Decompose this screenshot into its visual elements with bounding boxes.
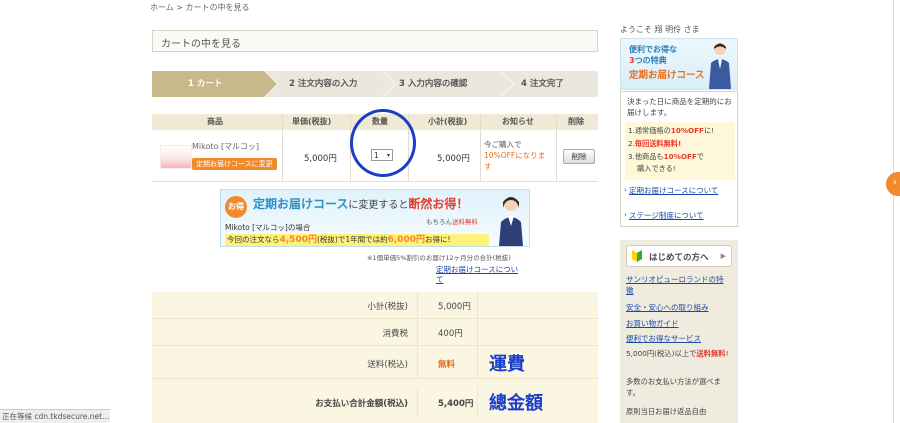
promo-sub-b: 送料無料	[452, 218, 478, 226]
step-complete: 4 注文完了	[513, 71, 598, 97]
woman-figure-icon	[499, 197, 523, 246]
col-delete: 削除	[568, 117, 584, 126]
promo-product: Mikoto [マルコッ]の場合	[225, 223, 311, 232]
total-row-tax: 消費税 400円	[152, 319, 598, 346]
col-product: 商品	[207, 117, 223, 126]
bullet-icon: ›	[624, 211, 627, 219]
banner-line: 便利でお得な	[629, 45, 677, 54]
total-label: 消費税	[382, 329, 408, 339]
step-confirm: 3 入力内容の確認	[395, 71, 514, 97]
promo-headline: 定期お届けコースに変更すると断然お得！	[253, 195, 468, 212]
benefit-item: 1.通常価格の10%OFFに!	[628, 126, 715, 135]
beginner-title: はじめての方へ	[649, 253, 709, 263]
benefit-item: 2.毎回送料無料!	[628, 139, 682, 148]
notice-line: 10%OFFになります	[484, 151, 546, 171]
promo-highlight: 今回の注文なら4,500円(税抜)で1年間では約6,000円お得に!	[225, 234, 489, 246]
promo-sub-a: もちろん	[426, 218, 452, 226]
total-value: 400円	[438, 329, 463, 339]
beginner-link[interactable]: サンリオピューロランドの特徴	[626, 274, 730, 296]
product-name[interactable]: Mikoto [マルコッ]	[192, 141, 259, 152]
subscription-panel: 決まった日に商品を定期的にお届けします。 1.通常価格の10%OFFに! 2.毎…	[620, 91, 738, 227]
breadcrumb[interactable]: ホーム > カートの中を見る	[150, 2, 250, 13]
banner-line: 3つの特典	[629, 55, 667, 66]
promo-hl-d: 6,000円	[387, 235, 426, 245]
bullet-icon: ›	[624, 186, 627, 194]
cart-item-row: Mikoto [マルコッ] 定期お届けコースに変更 5,000円 1 ▾ 5,0…	[152, 109, 598, 182]
beginner-header[interactable]: はじめての方へ ▶	[626, 245, 732, 267]
product-thumbnail[interactable]	[160, 145, 192, 169]
unit-price: 5,000円	[304, 154, 337, 164]
arrow-icon: ›	[893, 177, 897, 188]
total-value: 5,000円	[438, 302, 471, 312]
promo-headline-main: 定期お届けコース	[253, 197, 349, 211]
floating-side-tab[interactable]: ›	[886, 172, 900, 196]
promo-headline-end: 断然お得！	[408, 197, 469, 211]
promo-hl-a: 今回の注文なら	[227, 235, 280, 244]
subscription-intro: 決まった日に商品を定期的にお届けします。	[627, 97, 732, 117]
benefit-list: 1.通常価格の10%OFFに! 2.毎回送料無料! 3.他商品も10%OFFで …	[625, 122, 735, 180]
beginner-text: 5,000円(税込)以上で送料無料!	[626, 349, 729, 358]
beginner-link[interactable]: 便利でお得なサービス	[626, 333, 701, 344]
highlight-circle	[350, 109, 416, 177]
row-subtotal: 5,000円	[437, 154, 470, 164]
switch-course-button[interactable]: 定期お届けコースに変更	[192, 158, 277, 170]
total-value: 無料	[438, 360, 456, 370]
benefit-item: 3.他商品も10%OFFで	[628, 152, 704, 161]
subscription-banner[interactable]: 便利でお得な 3つの特典 定期お届けコース	[620, 38, 738, 90]
man-figure-icon	[709, 43, 731, 89]
promo-sub: もちろん送料無料	[426, 216, 478, 226]
notice-line: 今ご購入で	[484, 140, 522, 149]
promo-headline-mid: に変更すると	[348, 200, 409, 211]
beginner-text: 多数のお支払い方法が選べます。	[626, 377, 721, 397]
total-label: お支払い合計金額(税込)	[315, 399, 408, 409]
stage-info-link[interactable]: ステージ制度について	[629, 210, 704, 221]
step-label: 1 カート	[188, 79, 223, 89]
col-unit-price: 単価(税抜)	[292, 117, 332, 126]
promo-note: ※1個単価5%割引のお届け12ヶ月分の合計(税抜)	[367, 254, 511, 262]
annotation-shipping: 運費	[489, 354, 525, 375]
beginner-panel: はじめての方へ ▶ サンリオピューロランドの特徴 安全・安心への取り組み お買い…	[620, 240, 738, 423]
promo-hl-b: 4,500円	[279, 235, 317, 245]
totals-box: 小計(税抜) 5,000円 消費税 400円 送料(税込) 無料 運費 お支払い…	[152, 292, 598, 423]
col-subtotal: 小計(税抜)	[428, 117, 468, 126]
beginner-link[interactable]: お買い物ガイド	[626, 318, 679, 329]
page-heading: カートの中を見る	[152, 30, 598, 52]
step-label: 4 注文完了	[521, 79, 564, 89]
promo-badge: お得	[225, 196, 247, 218]
chevron-right-icon: ▶	[720, 252, 726, 260]
total-value: 5,400円	[438, 399, 474, 409]
total-row-subtotal: 小計(税抜) 5,000円	[152, 292, 598, 319]
browser-status-bar: 正在等候 cdn.tkdsecure.net...	[0, 409, 110, 423]
total-row-shipping: 送料(税込) 無料 運費	[152, 346, 598, 379]
benefit-item: 購入できる!	[637, 164, 676, 173]
total-label: 小計(税抜)	[367, 302, 408, 312]
step-label: 2 注文内容の入力	[289, 79, 358, 89]
beginner-mark-icon	[632, 250, 642, 262]
promo-hl-c: (税抜)で1年間では約	[316, 235, 388, 244]
checkout-steps: 1 カート 2 注文内容の入力 3 入力内容の確認 4 注文完了	[152, 71, 598, 97]
promo-banner[interactable]: お得 定期お届けコースに変更すると断然お得！ もちろん送料無料 Mikoto […	[220, 189, 530, 247]
page-title: カートの中を見る	[161, 39, 241, 50]
annotation-total: 總金額	[489, 393, 543, 414]
beginner-text: 原則当日お届け返品自由	[626, 407, 707, 416]
step-label: 3 入力内容の確認	[399, 79, 468, 89]
col-notice: お知らせ	[502, 117, 534, 126]
subscription-info-link[interactable]: 定期お届けコースについて	[629, 185, 733, 196]
total-label: 送料(税込)	[367, 360, 408, 370]
notice-text: 今ご購入で 10%OFFになります	[484, 139, 550, 172]
page-edge	[893, 0, 894, 423]
course-info-link[interactable]: 定期お届けコースについて	[436, 265, 524, 285]
step-input: 2 注文内容の入力	[277, 71, 396, 97]
step-cart: 1 カート	[152, 71, 278, 97]
promo-hl-e: お得に!	[425, 235, 451, 244]
banner-line: 定期お届けコース	[629, 70, 705, 81]
delete-button[interactable]: 削除	[563, 149, 595, 164]
welcome-text: ようこそ 翔 明伶 さま	[620, 25, 700, 34]
beginner-link[interactable]: 安全・安心への取り組み	[626, 302, 709, 313]
total-row-grand: お支払い合計金額(税込) 5,400円 總金額	[152, 387, 598, 417]
banner-rest: つの特典	[634, 56, 667, 65]
